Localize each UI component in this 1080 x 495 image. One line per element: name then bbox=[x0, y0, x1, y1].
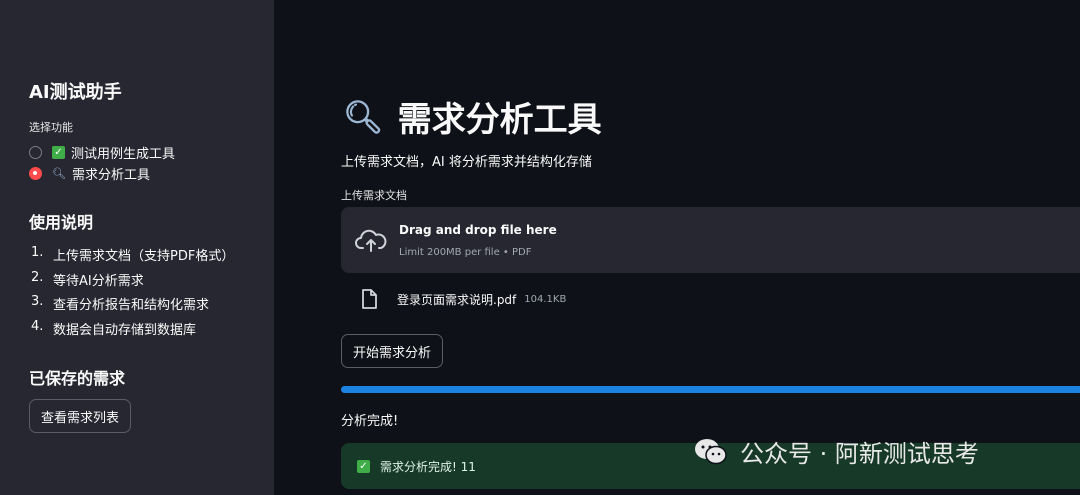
wechat-icon bbox=[695, 438, 727, 464]
list-item: 4. 数据会自动存储到数据库 bbox=[31, 318, 197, 338]
progress-bar bbox=[341, 386, 1080, 393]
start-analysis-button[interactable]: 开始需求分析 bbox=[341, 334, 443, 368]
radio-option-test-case-tool[interactable]: ✓ 测试用例生成工具 bbox=[29, 143, 175, 162]
radio-option-label: 需求分析工具 bbox=[71, 168, 150, 183]
analysis-status-text: 分析完成! bbox=[341, 414, 399, 429]
radio-button[interactable] bbox=[29, 146, 42, 159]
sidebar-title: AI测试助手 bbox=[29, 82, 122, 103]
file-name: 登录页面需求说明.pdf bbox=[397, 292, 517, 307]
watermark: 公众号 · 阿新测试思考 bbox=[694, 434, 979, 469]
saved-requirements-heading: 已保存的需求 bbox=[29, 369, 126, 388]
progress-bar-fill bbox=[341, 386, 1080, 393]
page-title-text: 需求分析工具 bbox=[397, 100, 602, 140]
function-select-label: 选择功能 bbox=[29, 121, 73, 134]
dropzone-instruction: Drag and drop file here bbox=[399, 223, 557, 237]
radio-button-selected[interactable] bbox=[29, 167, 42, 180]
list-item: 3. 查看分析报告和结构化需求 bbox=[31, 294, 210, 313]
upload-label: 上传需求文档 bbox=[341, 189, 407, 202]
usage-heading: 使用说明 bbox=[29, 213, 94, 232]
radio-option-label: 测试用例生成工具 bbox=[71, 147, 176, 162]
page-title: 🔍︎ 需求分析工具 bbox=[343, 92, 602, 141]
radio-option-requirement-tool[interactable]: 🔍︎ 需求分析工具 bbox=[29, 164, 150, 183]
view-requirements-list-button[interactable]: 查看需求列表 bbox=[29, 399, 131, 433]
list-item: 1. 上传需求文档（支持PDF格式） bbox=[31, 245, 235, 264]
sidebar: AI测试助手 选择功能 ✓ 测试用例生成工具 🔍︎ 需求分析工具 使用说明 1.… bbox=[0, 0, 274, 495]
usage-steps-list: 1. 上传需求文档（支持PDF格式） 2. 等待AI分析需求 3. 查看分析报告和结构… bbox=[31, 245, 234, 343]
magnifier-icon: 🔍︎ bbox=[343, 97, 384, 136]
page-description: 上传需求文档，AI 将分析需求并结构化存储 bbox=[341, 155, 592, 170]
magnifier-icon: 🔍︎ bbox=[52, 167, 66, 180]
cloud-upload-icon bbox=[355, 229, 387, 252]
file-size: 104.1KB bbox=[524, 293, 567, 305]
dropzone-limit-text: Limit 200MB per file • PDF bbox=[399, 247, 532, 258]
file-icon bbox=[362, 289, 377, 309]
file-dropzone[interactable]: Drag and drop file here Limit 200MB per … bbox=[341, 207, 1080, 273]
uploaded-file-item: 登录页面需求说明.pdf 104.1KB bbox=[361, 289, 566, 309]
success-message: 需求分析完成! 11 bbox=[380, 459, 476, 474]
check-mark-icon: ✓ bbox=[357, 459, 370, 473]
check-mark-icon: ✓ bbox=[52, 146, 65, 159]
watermark-text: 公众号 · 阿新测试思考 bbox=[740, 440, 979, 468]
list-item: 2. 等待AI分析需求 bbox=[31, 269, 144, 289]
